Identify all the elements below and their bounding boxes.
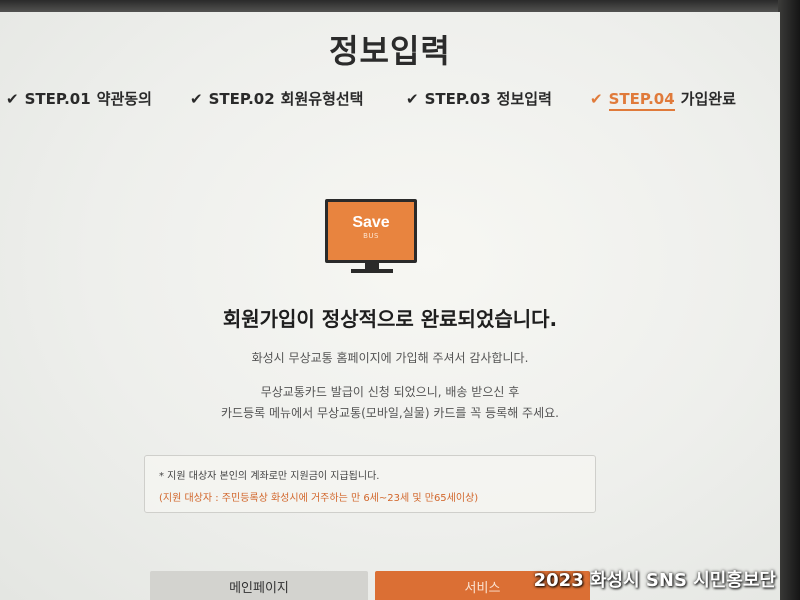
step-4-active: ✔ STEP.04 가입완료	[590, 88, 736, 111]
step-label: 가입완료	[680, 90, 736, 108]
step-code: STEP.02	[208, 90, 275, 108]
step-3: ✔ STEP.03 정보입력	[406, 88, 552, 109]
card-issue-message: 무상교통카드 발급이 신청 되었으니, 배송 받으신 후	[260, 385, 520, 399]
check-icon: ✔	[6, 90, 19, 108]
step-code: STEP.01	[24, 90, 91, 108]
logo-subtext: BUS	[363, 232, 379, 240]
completion-headline: 회원가입이 정상적으로 완료되었습니다.	[222, 307, 558, 331]
thank-you-message: 화성시 무상교통 홈페이지에 가입해 주셔서 감사합니다.	[251, 351, 529, 365]
step-code: STEP.04	[608, 90, 675, 111]
check-icon: ✔	[190, 90, 203, 108]
watermark: 2023 화성시 SNS 시민홍보단	[533, 570, 776, 591]
logo-text: Save	[352, 214, 390, 231]
monitor-icon: Save BUS	[325, 187, 419, 277]
step-label: 회원유형선택	[280, 90, 364, 108]
step-label: 정보입력	[496, 90, 552, 108]
monitor-bezel-right	[778, 0, 800, 600]
check-icon: ✔	[590, 90, 603, 108]
notice-eligibility: (지원 대상자 : 주민등록상 화성시에 거주하는 만 6세~23세 및 만65…	[159, 493, 479, 504]
step-1: ✔ STEP.01 약관동의	[6, 88, 152, 109]
main-page-button[interactable]: 메인페이지	[150, 571, 368, 600]
notice-box: * 지원 대상자 본인의 계좌로만 지원금이 지급됩니다. (지원 대상자 : …	[144, 455, 596, 513]
step-indicator: ✔ STEP.01 약관동의 ✔ STEP.02 회원유형선택 ✔ STEP.03 정보입력…	[0, 88, 780, 114]
save-bus-logo: Save BUS	[325, 199, 417, 263]
card-register-message: 카드등록 메뉴에서 무상교통(모바일,실물) 카드를 꼭 등록해 주세요.	[221, 406, 559, 420]
step-label: 약관동의	[96, 90, 152, 108]
kiosk-screen: 정보입력 ✔ STEP.01 약관동의 ✔ STEP.02 회원유형선택 ✔ STEP.0…	[0, 12, 780, 600]
check-icon: ✔	[406, 90, 419, 108]
notice-text: * 지원 대상자 본인의 계좌로만 지원금이 지급됩니다.	[159, 471, 380, 482]
page-title: 정보입력	[329, 32, 451, 70]
step-code: STEP.03	[424, 90, 491, 108]
monitor-stand-base	[351, 269, 393, 273]
step-2: ✔ STEP.02 회원유형선택	[190, 88, 363, 109]
